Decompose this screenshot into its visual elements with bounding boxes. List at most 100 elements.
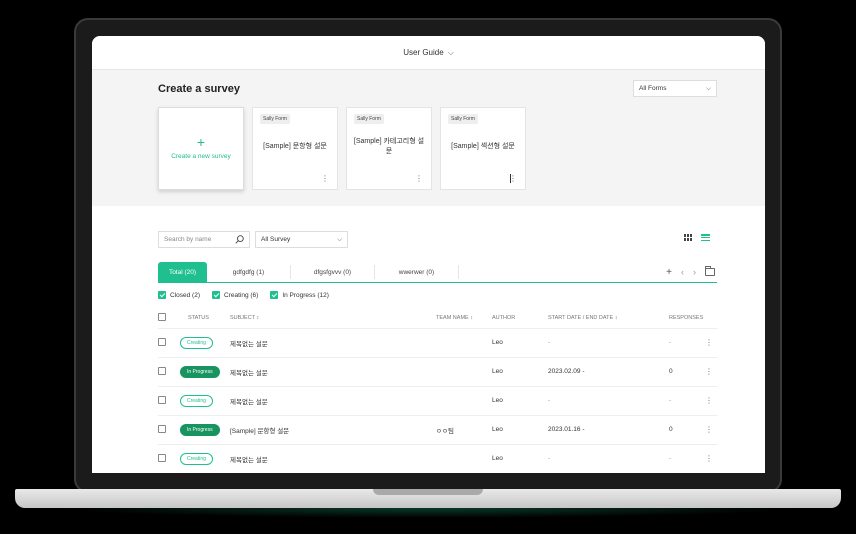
chevron-right-icon[interactable]: › [693,267,696,277]
status-badge: Creating [180,394,213,407]
tab-folder[interactable]: wwerwer (0) [375,265,459,279]
view-toggle [684,234,710,241]
row-select-cell [158,386,180,416]
col-responses: RESPONSES [669,308,705,329]
chevron-down-icon[interactable]: ⌵ [448,48,454,58]
col-more [705,308,717,329]
select-all-checkbox[interactable] [158,312,166,321]
table-row[interactable]: Creating 제목없는 설문 Leo - - ⋮ [158,444,717,473]
more-icon[interactable]: ⋮ [705,328,717,358]
date-cell: - [548,444,669,473]
more-icon[interactable]: ⋮ [705,357,717,387]
status-cell: Creating [180,444,230,473]
tab-folder[interactable]: gdfgdfg (1) [207,265,291,279]
date-cell: 2023.02.09 - [548,357,669,387]
template-card[interactable]: Sally Form [Sample] 문항형 설문 ⋮ [252,107,338,190]
top-bar: User Guide ⌵ [92,36,765,70]
row-checkbox[interactable] [158,366,166,375]
filter-label: Closed (2) [170,291,200,299]
table-row[interactable]: Creating 제목없는 설문 Leo - - ⋮ [158,386,717,416]
more-icon[interactable]: ⋮ [705,444,717,473]
checkbox-icon[interactable] [158,291,166,299]
row-checkbox[interactable] [158,337,166,346]
author-cell: Leo [492,357,548,387]
survey-filter-value: All Survey [261,236,291,243]
filter-in-progress[interactable]: In Progress (12) [270,291,329,299]
status-cell: In Progress [180,415,230,445]
subject-cell[interactable]: 제목없는 설문 [230,444,436,473]
subject-cell[interactable]: 제목없는 설문 [230,357,436,387]
template-card[interactable]: Sally Form [Sample] 섹션형 설문 ⋮ [440,107,526,190]
team-cell [436,444,492,473]
create-new-survey-card[interactable]: + Create a new survey [158,107,244,190]
row-select-cell [158,357,180,387]
row-checkbox[interactable] [158,453,166,462]
guide-dropdown-label[interactable]: User Guide [403,48,443,57]
row-checkbox[interactable] [158,395,166,404]
survey-cards: + Create a new survey Sally Form [Sample… [158,107,526,190]
col-team[interactable]: TEAM NAME ↕ [436,308,492,329]
form-type-value: All Forms [639,85,667,92]
search-icon[interactable] [235,235,244,244]
survey-filter-select[interactable]: All Survey ⌵ [255,231,348,248]
tab-total[interactable]: Total (20) [158,262,207,282]
author-cell: Leo [492,386,548,416]
author-cell: Leo [492,444,548,473]
tab-folder[interactable]: dfgsfgvvv (0) [291,265,375,279]
col-status: STATUS [180,308,230,329]
filter-closed[interactable]: Closed (2) [158,291,200,299]
status-badge: In Progress [180,365,220,378]
form-type-select[interactable]: All Forms ⌵ [633,80,717,97]
col-subject[interactable]: SUBJECT ↕ [230,308,436,329]
responses-cell: 0 [669,415,705,445]
row-select-cell [158,328,180,358]
table-row[interactable]: Creating 제목없는 설문 Leo - - ⋮ [158,328,717,358]
select-all-cell [158,308,180,329]
table-row[interactable]: In Progress 제목없는 설문 Leo 2023.02.09 - 0 ⋮ [158,357,717,387]
add-folder-icon[interactable]: + [666,267,672,278]
form-tag: Sally Form [354,114,384,124]
responses-cell: - [669,386,705,416]
grid-view-icon[interactable] [684,234,692,241]
subject-cell[interactable]: 제목없는 설문 [230,386,436,416]
template-card[interactable]: Sally Form [Sample] 카테고리형 설문 ⋮ [346,107,432,190]
date-cell: - [548,386,669,416]
laptop-notch [373,489,483,495]
template-title: [Sample] 섹션형 설문 [451,143,515,150]
more-icon[interactable]: ⋮ [509,175,517,183]
author-cell: Leo [492,415,548,445]
app-screen: User Guide ⌵ Create a survey All Forms ⌵… [92,36,765,473]
checkbox-icon[interactable] [211,291,220,299]
more-icon[interactable]: ⋮ [415,175,423,183]
form-tag: Sally Form [448,114,478,124]
survey-list-section: Search by name All Survey ⌵ Total (20) g… [92,206,765,473]
section-title: Create a survey [158,83,240,95]
subject-cell[interactable]: 제목없는 설문 [230,328,436,358]
plus-icon: + [196,134,206,150]
subject-cell[interactable]: [Sample] 문항형 설문 [230,415,436,445]
col-date[interactable]: START DATE / END DATE ↕ [548,308,669,329]
form-tag: Sally Form [260,114,290,124]
status-filters: Closed (2) Creating (6) In Progress (12) [158,291,329,299]
more-icon[interactable]: ⋮ [705,386,717,416]
list-view-icon[interactable] [701,234,710,241]
responses-cell: - [669,328,705,358]
responses-cell: 0 [669,357,705,387]
responses-cell: - [669,444,705,473]
search-placeholder: Search by name [164,236,212,243]
chevron-left-icon[interactable]: ‹ [681,267,684,277]
folder-settings-icon[interactable] [705,266,715,276]
search-input[interactable]: Search by name [158,231,250,248]
team-cell [436,386,492,416]
checkbox-icon[interactable] [270,291,279,299]
author-cell: Leo [492,328,548,358]
row-checkbox[interactable] [158,424,166,433]
create-survey-section: Create a survey All Forms ⌵ + Create a n… [92,70,765,206]
status-badge: Creating [180,336,213,349]
table-row[interactable]: In Progress [Sample] 문항형 설문 ㅇㅇ팀 Leo 2023… [158,415,717,445]
more-icon[interactable]: ⋮ [321,175,329,183]
table-header: STATUS SUBJECT ↕ TEAM NAME ↕ AUTHOR STAR… [158,308,717,329]
row-select-cell [158,444,180,473]
more-icon[interactable]: ⋮ [705,415,717,445]
filter-creating[interactable]: Creating (6) [211,291,258,299]
